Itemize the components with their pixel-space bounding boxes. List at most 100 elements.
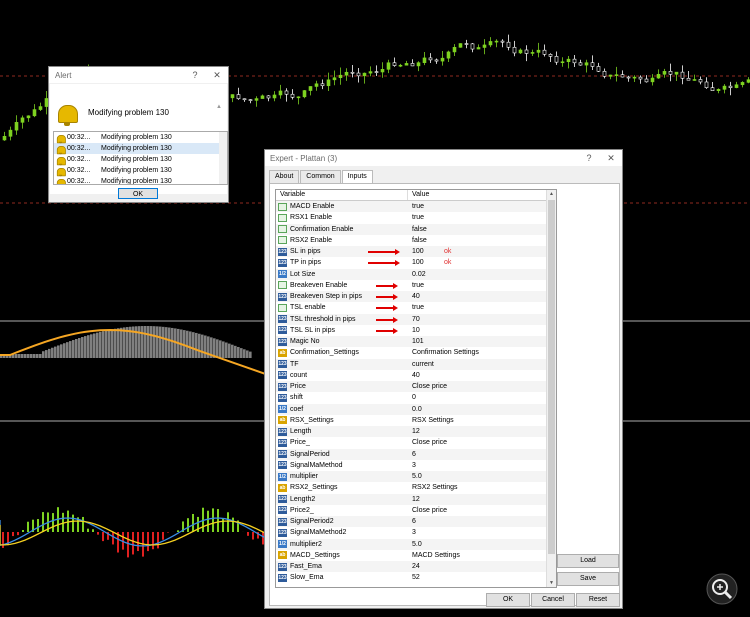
alert-history-row[interactable]: 00:32... Modifying problem 130 <box>54 176 227 184</box>
input-row[interactable]: 123 TP in pips 100 ok <box>276 257 556 268</box>
input-value-cell[interactable]: RSX Settings <box>408 415 556 426</box>
input-value-cell[interactable]: MACD Settings <box>408 550 556 561</box>
input-row[interactable]: 123 Breakeven Step in pips 40 <box>276 291 556 303</box>
input-value-cell[interactable]: 0 <box>408 392 556 403</box>
input-value-cell[interactable]: Close price <box>408 505 556 516</box>
input-row[interactable]: 123 Price_ Close price <box>276 437 556 448</box>
alert-history-row[interactable]: 00:32... Modifying problem 130 <box>54 143 227 154</box>
input-value-cell[interactable]: Close price <box>408 437 556 448</box>
input-row[interactable]: 1/2 multiplier2 5.0 <box>276 538 556 550</box>
input-row[interactable]: 123 SignalPeriod2 6 <box>276 516 556 528</box>
input-value-cell[interactable]: 6 <box>408 516 556 527</box>
input-value-cell[interactable]: 52 <box>408 572 556 583</box>
input-value-cell[interactable]: Close price <box>408 381 556 392</box>
input-value-cell[interactable]: 100 ok <box>408 246 556 257</box>
column-header-value[interactable]: Value <box>408 190 429 200</box>
input-value-cell[interactable]: true <box>408 201 556 212</box>
input-value-cell[interactable]: true <box>408 280 556 291</box>
input-value-cell[interactable]: 3 <box>408 527 556 538</box>
input-value-cell[interactable]: 12 <box>408 426 556 437</box>
input-row[interactable]: 1/2 Lot Size 0.02 <box>276 268 556 280</box>
input-row[interactable]: 123 shift 0 <box>276 392 556 403</box>
input-row[interactable]: 1/2 multiplier 5.0 <box>276 471 556 483</box>
expert-titlebar[interactable]: Expert - Plattan (3) ? ✕ <box>265 150 622 166</box>
inputs-grid-scrollbar[interactable]: ▲ ▼ <box>546 190 556 587</box>
alert-history-list[interactable]: 00:32... Modifying problem 130 00:32... Mod… <box>53 131 228 185</box>
chevron-down-icon[interactable]: ▼ <box>547 580 556 586</box>
column-header-variable[interactable]: Variable <box>276 190 408 200</box>
input-row[interactable]: 123 TF current <box>276 358 556 370</box>
chevron-up-icon[interactable]: ▲ <box>547 191 556 197</box>
input-row[interactable]: 123 SignalPeriod 6 <box>276 448 556 460</box>
input-value-cell[interactable]: 0.02 <box>408 269 556 280</box>
input-row[interactable]: Breakeven Enable true <box>276 280 556 291</box>
input-value-cell[interactable]: 0.0 <box>408 404 556 415</box>
expert-properties-window[interactable]: Expert - Plattan (3) ? ✕ About Common In… <box>264 149 623 609</box>
cancel-button[interactable]: Cancel <box>531 593 575 607</box>
input-row[interactable]: 123 SL in pips 100 ok <box>276 246 556 258</box>
input-value-cell[interactable]: 100 ok <box>408 257 556 268</box>
alert-history-row[interactable]: 00:32... Modifying problem 130 <box>54 165 227 176</box>
input-value-cell[interactable]: 10 <box>408 325 556 336</box>
alert-window[interactable]: Alert ? ✕ Modifying problem 130 ▲ ▼ 00:3… <box>48 66 229 203</box>
scrollbar-thumb[interactable] <box>548 200 555 554</box>
chevron-up-icon[interactable]: ▲ <box>216 104 222 110</box>
tab-inputs[interactable]: Inputs <box>341 170 373 184</box>
input-row[interactable]: 123 Length2 12 <box>276 493 556 505</box>
input-row[interactable]: ab RSX_Settings RSX Settings <box>276 415 556 426</box>
input-row[interactable]: 123 Length 12 <box>276 426 556 438</box>
input-row[interactable]: ab MACD_Settings MACD Settings <box>276 550 556 561</box>
input-row[interactable]: ab RSX2_Settings RSX2 Settings <box>276 482 556 493</box>
alert-history-row[interactable]: 00:32... Modifying problem 130 <box>54 132 227 143</box>
input-value-cell[interactable]: 5.0 <box>408 471 556 482</box>
input-value-cell[interactable]: true <box>408 212 556 223</box>
input-value-cell[interactable]: 40 <box>408 291 556 302</box>
input-row[interactable]: 123 count 40 <box>276 370 556 381</box>
load-button[interactable]: Load <box>557 554 619 568</box>
expert-help-button[interactable]: ? <box>578 153 600 163</box>
expert-close-button[interactable]: ✕ <box>600 153 622 164</box>
input-row[interactable]: 123 TSL threshold in pips 70 <box>276 313 556 325</box>
input-value-cell[interactable]: RSX2 Settings <box>408 482 556 493</box>
input-row[interactable]: 123 Magic No 101 <box>276 336 556 348</box>
input-value-cell[interactable]: 12 <box>408 494 556 505</box>
input-row[interactable]: ab Confirmation_Settings Confirmation Sett… <box>276 347 556 358</box>
input-row[interactable]: RSX1 Enable true <box>276 212 556 223</box>
input-row[interactable]: 123 Slow_Ema 52 <box>276 572 556 583</box>
input-value-cell[interactable]: 3 <box>408 460 556 471</box>
inputs-grid[interactable]: Variable Value MACD Enable true RSX1 Enabl… <box>275 189 557 588</box>
input-row[interactable]: 123 Price2_ Close price <box>276 505 556 516</box>
save-button[interactable]: Save <box>557 572 619 586</box>
tab-about[interactable]: About <box>269 170 300 183</box>
input-value-cell[interactable]: 101 <box>408 336 556 347</box>
input-value-cell[interactable]: 70 <box>408 314 556 325</box>
alert-ok-button[interactable]: OK <box>118 188 158 199</box>
input-value-cell[interactable]: 24 <box>408 561 556 572</box>
input-value-cell[interactable]: 5.0 <box>408 539 556 550</box>
tab-common[interactable]: Common <box>300 170 341 183</box>
alert-close-button[interactable]: ✕ <box>206 70 228 81</box>
input-row[interactable]: RSX2 Enable false <box>276 235 556 246</box>
reset-button[interactable]: Reset <box>576 593 620 607</box>
input-value-cell[interactable]: current <box>408 359 556 370</box>
input-value-cell[interactable]: 40 <box>408 370 556 381</box>
input-row[interactable]: 1/2 coef 0.0 <box>276 403 556 415</box>
input-value-cell[interactable]: 6 <box>408 449 556 460</box>
input-value-cell[interactable]: Confirmation Settings <box>408 347 556 358</box>
input-value-cell[interactable]: false <box>408 224 556 235</box>
input-row[interactable]: 123 SignalMaMethod 3 <box>276 460 556 471</box>
input-row[interactable]: MACD Enable true <box>276 201 556 213</box>
input-row[interactable]: 123 Fast_Ema 24 <box>276 561 556 573</box>
zoom-in-icon[interactable] <box>706 573 738 605</box>
alert-titlebar[interactable]: Alert ? ✕ <box>49 67 228 83</box>
alert-history-row[interactable]: 00:32... Modifying problem 130 <box>54 154 227 165</box>
alert-list-scrollbar[interactable] <box>219 132 227 184</box>
input-row[interactable]: 123 SignalMaMethod2 3 <box>276 527 556 538</box>
ok-button[interactable]: OK <box>486 593 530 607</box>
input-value-cell[interactable]: true <box>408 302 556 313</box>
input-row[interactable]: Confirmation Enable false <box>276 223 556 235</box>
alert-help-button[interactable]: ? <box>184 70 206 80</box>
input-row[interactable]: 123 TSL SL in pips 10 <box>276 325 556 336</box>
input-value-cell[interactable]: false <box>408 235 556 246</box>
input-row[interactable]: 123 Price Close price <box>276 381 556 393</box>
